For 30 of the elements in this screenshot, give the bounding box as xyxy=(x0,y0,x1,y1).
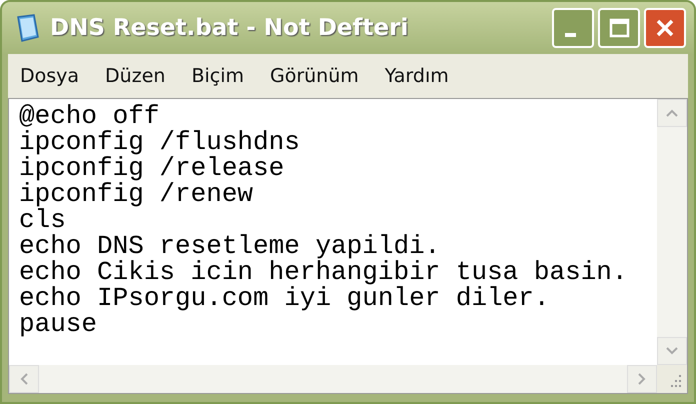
text-line: ipconfig /release xyxy=(19,155,286,181)
text-line: cls xyxy=(19,207,66,233)
chevron-left-icon xyxy=(19,372,29,386)
window-title: DNS Reset.bat - Not Defteri xyxy=(50,15,410,41)
text-line: echo Cikis icin herhangibir tusa basin. xyxy=(19,259,628,285)
scroll-down-button[interactable] xyxy=(657,337,687,365)
menu-item[interactable]: Yardım xyxy=(384,65,449,87)
scroll-right-button[interactable] xyxy=(627,365,657,393)
text-line: ipconfig /flushdns xyxy=(19,129,301,155)
text-line: echo IPsorgu.com iyi gunler diler. xyxy=(19,285,550,311)
chevron-right-icon xyxy=(637,372,647,386)
menu-item[interactable]: Görünüm xyxy=(270,65,359,87)
text-line: pause xyxy=(19,311,98,337)
horizontal-scrollbar[interactable] xyxy=(9,365,657,393)
scroll-left-button[interactable] xyxy=(9,365,39,393)
vertical-scrollbar[interactable] xyxy=(657,99,687,365)
text-line: ipconfig /renew xyxy=(19,181,254,207)
scroll-up-button[interactable] xyxy=(657,99,687,127)
text-line: echo DNS resetleme yapildi. xyxy=(19,233,442,259)
chevron-up-icon xyxy=(665,108,679,118)
menu-item[interactable]: Biçim xyxy=(191,65,244,87)
close-button[interactable] xyxy=(644,8,686,48)
minimize-button[interactable] xyxy=(552,8,594,48)
chevron-down-icon xyxy=(665,346,679,356)
maximize-button[interactable] xyxy=(598,8,640,48)
menu-item[interactable]: Dosya xyxy=(20,65,80,87)
text-line: @echo off xyxy=(19,103,160,129)
notepad-icon xyxy=(14,13,40,43)
menu-item[interactable]: Düzen xyxy=(105,65,166,87)
minimize-icon xyxy=(564,33,576,37)
